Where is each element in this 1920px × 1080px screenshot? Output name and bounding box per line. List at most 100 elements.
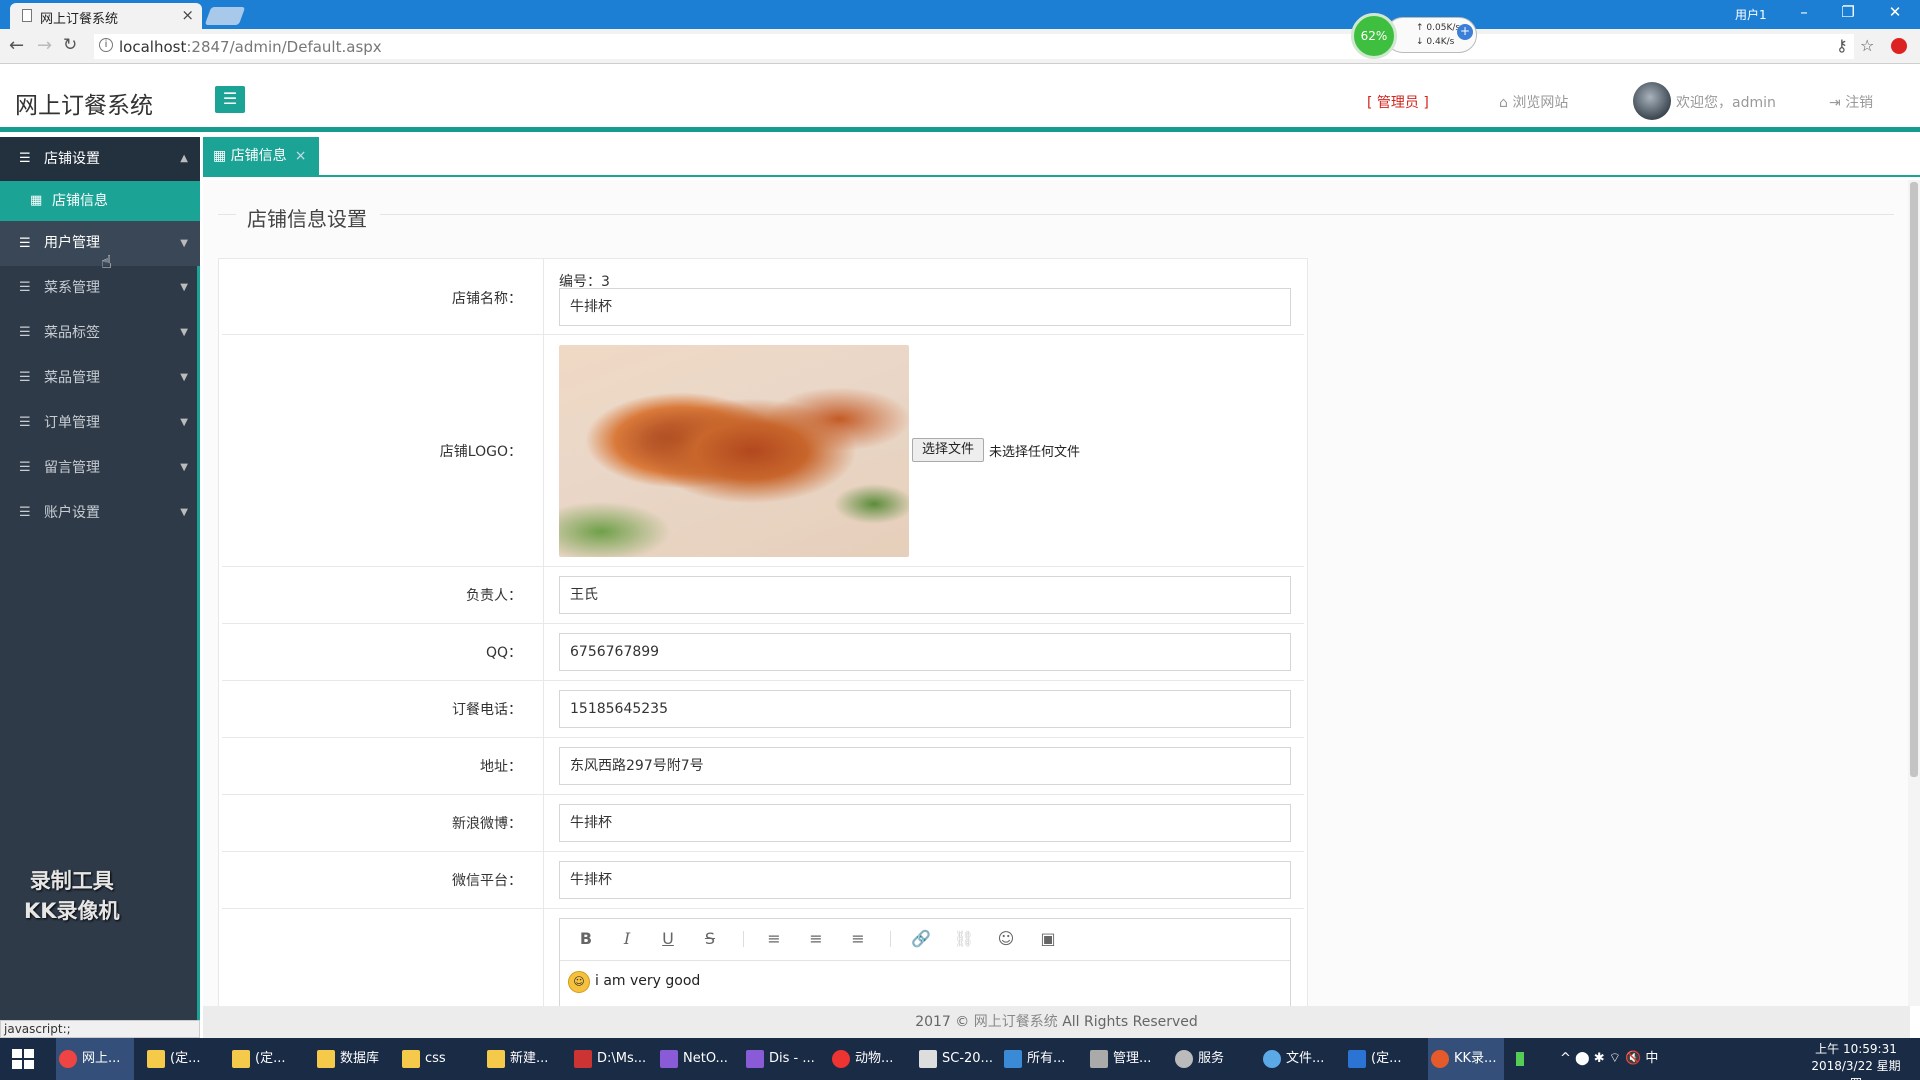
chevron-down-icon: ▼: [180, 462, 188, 473]
align-center-icon[interactable]: ≡: [803, 928, 829, 950]
taskbar-item-app[interactable]: 所有...: [1001, 1038, 1065, 1080]
sidebar-item-shop-settings[interactable]: ☰ 店铺设置 ▲: [0, 137, 200, 181]
windows-start-icon[interactable]: [12, 1049, 34, 1069]
sidebar-item-orders[interactable]: ☰ 订单管理 ▼: [0, 401, 200, 445]
sidebar-item-messages[interactable]: ☰ 留言管理 ▼: [0, 446, 200, 490]
browser-tab[interactable]: 网上订餐系统 ×: [10, 3, 202, 29]
app-title: 网上订餐系统: [15, 93, 153, 119]
app-icon: [832, 1050, 850, 1068]
key-icon[interactable]: ⚷: [1836, 36, 1848, 55]
chevron-down-icon: ▼: [180, 417, 188, 428]
list-icon: ☰: [19, 460, 31, 475]
toolbar-separator: [890, 931, 891, 947]
row-divider: [222, 851, 1304, 852]
forward-arrow-icon[interactable]: →: [37, 35, 52, 56]
window-close-icon[interactable]: ✕: [1883, 3, 1907, 21]
manager-input[interactable]: 王氏: [559, 576, 1291, 614]
taskbar-item-folder[interactable]: (定...: [229, 1038, 285, 1080]
footer: 2017 © 网上订餐系统 All Rights Reserved: [203, 1006, 1910, 1038]
scrollbar-thumb[interactable]: [1910, 182, 1918, 777]
italic-icon[interactable]: I: [614, 928, 640, 950]
sidebar-item-cuisines[interactable]: ☰ 菜系管理 ▼: [0, 266, 200, 310]
star-icon[interactable]: ☆: [1860, 36, 1874, 55]
editor-content[interactable]: i am very good: [595, 973, 700, 989]
sidebar-item-label: 账户设置: [44, 505, 100, 521]
close-icon[interactable]: ×: [295, 148, 307, 164]
folder-icon: [402, 1050, 420, 1068]
row-divider: [222, 334, 1304, 335]
address-url[interactable]: localhost:2847/admin/Default.aspx: [119, 38, 382, 56]
taskbar-item-search[interactable]: 文件...: [1260, 1038, 1324, 1080]
menu-toggle-button[interactable]: ☰: [215, 86, 245, 113]
taskbar-item-word[interactable]: (定...: [1345, 1038, 1401, 1080]
taskbar-item-folder[interactable]: 数据库: [314, 1038, 379, 1080]
taskbar-item-services[interactable]: 服务: [1172, 1038, 1224, 1080]
divider: [380, 214, 1894, 215]
sidebar-item-shop-info[interactable]: ▦ 店铺信息: [0, 181, 200, 221]
link-icon[interactable]: 🔗: [908, 928, 934, 950]
row-divider: [222, 566, 1304, 567]
browser-status-bar: javascript:;: [0, 1020, 200, 1038]
chevron-down-icon: ▼: [180, 327, 188, 338]
bold-icon[interactable]: B: [573, 928, 599, 950]
sidebar-item-users[interactable]: ☰ 用户管理 ▼: [0, 221, 200, 266]
taskbar-item-sql[interactable]: SC-20...: [916, 1038, 993, 1080]
reload-icon[interactable]: ↻: [63, 35, 77, 55]
shop-name-input[interactable]: 牛排杯: [559, 288, 1291, 326]
taskbar-item-recorder[interactable]: KK录...: [1428, 1038, 1504, 1080]
system-clock[interactable]: 上午 10:59:31 2018/3/22 星期四: [1806, 1041, 1906, 1080]
app-icon: [1004, 1050, 1022, 1068]
image-icon[interactable]: ▣: [1035, 928, 1061, 950]
underline-icon[interactable]: U: [655, 928, 681, 950]
align-left-icon[interactable]: ≡: [761, 928, 787, 950]
taskbar-item-visual-studio[interactable]: NetO...: [657, 1038, 728, 1080]
system-tray[interactable]: ^ ⬤ ✱ ⌔ 🔇 中: [1516, 1038, 1658, 1080]
sidebar-item-label: 订单管理: [44, 415, 100, 431]
speed-plus-icon[interactable]: +: [1457, 24, 1473, 40]
taskbar-item-folder[interactable]: 新建...: [484, 1038, 548, 1080]
emoji-icon[interactable]: ☺: [993, 928, 1019, 950]
avatar[interactable]: [1633, 82, 1671, 120]
new-tab-button[interactable]: [204, 7, 246, 25]
visual-studio-icon: [660, 1050, 678, 1068]
qq-input[interactable]: 6756767899: [559, 633, 1291, 671]
footer-link[interactable]: 网上订餐系统: [974, 1014, 1058, 1030]
unlink-icon[interactable]: ⛓: [951, 928, 977, 950]
sidebar-item-label: 店铺信息: [52, 193, 108, 209]
align-right-icon[interactable]: ≡: [845, 928, 871, 950]
restore-icon[interactable]: ❐: [1836, 3, 1860, 21]
logout-link[interactable]: ⇥ 注销: [1829, 92, 1873, 112]
browse-site-link[interactable]: ⌂ 浏览网站: [1499, 92, 1568, 112]
sidebar-item-dish-tags[interactable]: ☰ 菜品标签 ▼: [0, 311, 200, 355]
extension-icon[interactable]: [1891, 38, 1907, 54]
chevron-down-icon: ▼: [180, 282, 188, 293]
tab-close-icon[interactable]: ×: [181, 6, 194, 24]
taskbar-item-folder[interactable]: (定...: [144, 1038, 200, 1080]
recorder-icon: [1431, 1050, 1449, 1068]
minimize-icon[interactable]: –: [1792, 3, 1816, 21]
sidebar-item-account[interactable]: ☰ 账户设置 ▼: [0, 491, 200, 535]
taskbar-item-app[interactable]: 动物...: [829, 1038, 893, 1080]
address-input[interactable]: 东风西路297号附7号: [559, 747, 1291, 785]
mouse-cursor-icon: ☝: [101, 252, 112, 273]
app-header: [0, 64, 1920, 132]
row-divider: [222, 623, 1304, 624]
strikethrough-icon[interactable]: S: [697, 928, 723, 950]
chevron-down-icon: ▼: [180, 507, 188, 518]
choose-file-button[interactable]: 选择文件: [912, 438, 984, 462]
row-divider: [222, 680, 1304, 681]
weibo-input[interactable]: 牛排杯: [559, 804, 1291, 842]
back-arrow-icon[interactable]: ←: [9, 35, 24, 56]
taskbar-item-manage[interactable]: 管理...: [1087, 1038, 1151, 1080]
taskbar-item-app[interactable]: D:\Ms...: [571, 1038, 646, 1080]
taskbar-item-folder[interactable]: css: [399, 1038, 446, 1080]
taskbar-item-browser[interactable]: 网上...: [56, 1038, 134, 1080]
sidebar-item-dishes[interactable]: ☰ 菜品管理 ▼: [0, 356, 200, 400]
wechat-input[interactable]: 牛排杯: [559, 861, 1291, 899]
speed-ball[interactable]: 62%: [1351, 13, 1397, 59]
phone-input[interactable]: 15185645235: [559, 690, 1291, 728]
content-tab-bar: [203, 137, 1920, 177]
taskbar-item-visual-studio[interactable]: Dis - ...: [743, 1038, 815, 1080]
tab-shop-info[interactable]: ▦ 店铺信息 ×: [203, 137, 319, 177]
info-icon[interactable]: i: [99, 38, 113, 52]
